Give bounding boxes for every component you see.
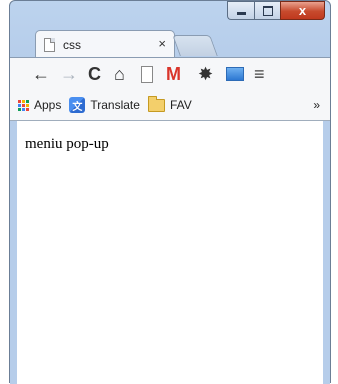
bookmark-fav-label: FAV [169,98,192,112]
menu-icon[interactable]: ≡ [254,63,265,85]
bookmark-translate-label: Translate [90,98,140,112]
minimize-icon [236,12,246,15]
arrow-left-icon[interactable]: ← [32,63,50,85]
arrow-right-icon[interactable]: → [60,63,78,85]
folder-icon [147,95,165,112]
browser-window: x css × ← → C ⌂ M ✸ ≡ Apps 文 Translate F… [9,0,331,384]
bookmark-translate[interactable]: 文 Translate [69,97,140,113]
gmail-icon[interactable]: M [166,63,181,85]
apps-icon [18,99,29,111]
gear-icon[interactable]: ✸ [198,63,213,85]
page-text: meniu pop-up [25,136,109,152]
window-caption-buttons: x [227,1,325,20]
page-icon [44,37,55,52]
new-tab-button[interactable] [172,35,218,56]
maximize-icon [262,5,273,16]
bookmark-fav[interactable]: FAV [147,95,192,112]
close-window-button[interactable]: x [280,1,325,20]
page-content: meniu pop-up [10,121,330,384]
maximize-button[interactable] [254,1,280,20]
bookmark-apps-label: Apps [34,98,62,112]
screen-icon[interactable] [226,63,244,85]
reload-icon[interactable]: C [88,63,101,85]
bookmarks-bar: Apps 文 Translate FAV » [10,90,330,121]
tab-close-icon[interactable]: × [158,36,166,51]
minimize-button[interactable] [227,1,254,20]
tab-css[interactable]: css × [35,30,175,58]
page-icon[interactable] [140,63,154,85]
tab-title: css [63,37,81,52]
home-icon[interactable]: ⌂ [114,63,125,85]
more-bookmarks-button[interactable]: » [313,98,320,112]
close-icon: x [298,3,307,18]
translate-icon: 文 [69,97,86,113]
bookmark-apps[interactable]: Apps [18,98,61,112]
browser-toolbar: ← → C ⌂ M ✸ ≡ [10,57,330,91]
